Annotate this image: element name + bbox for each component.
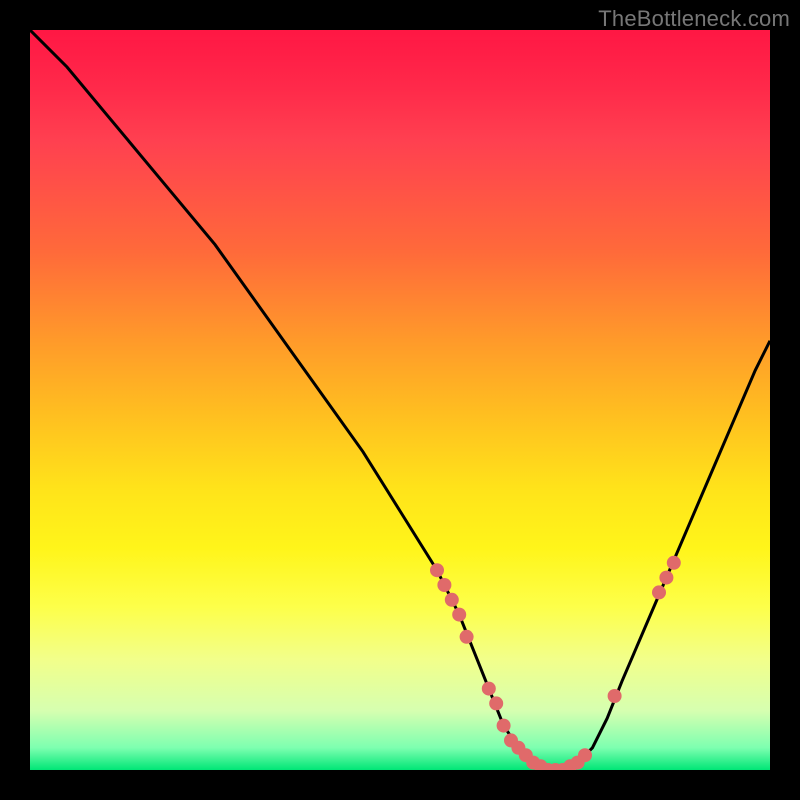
data-point	[430, 563, 444, 577]
data-point	[652, 585, 666, 599]
data-point	[445, 593, 459, 607]
data-point	[578, 748, 592, 762]
data-points	[430, 556, 681, 770]
bottleneck-curve	[30, 30, 770, 770]
curve-layer	[30, 30, 770, 770]
plot-area	[30, 30, 770, 770]
data-point	[608, 689, 622, 703]
data-point	[437, 578, 451, 592]
data-point	[497, 719, 511, 733]
data-point	[489, 696, 503, 710]
data-point	[452, 608, 466, 622]
data-point	[460, 630, 474, 644]
data-point	[667, 556, 681, 570]
chart-container: TheBottleneck.com	[0, 0, 800, 800]
data-point	[482, 682, 496, 696]
data-point	[659, 571, 673, 585]
watermark-text: TheBottleneck.com	[598, 6, 790, 32]
